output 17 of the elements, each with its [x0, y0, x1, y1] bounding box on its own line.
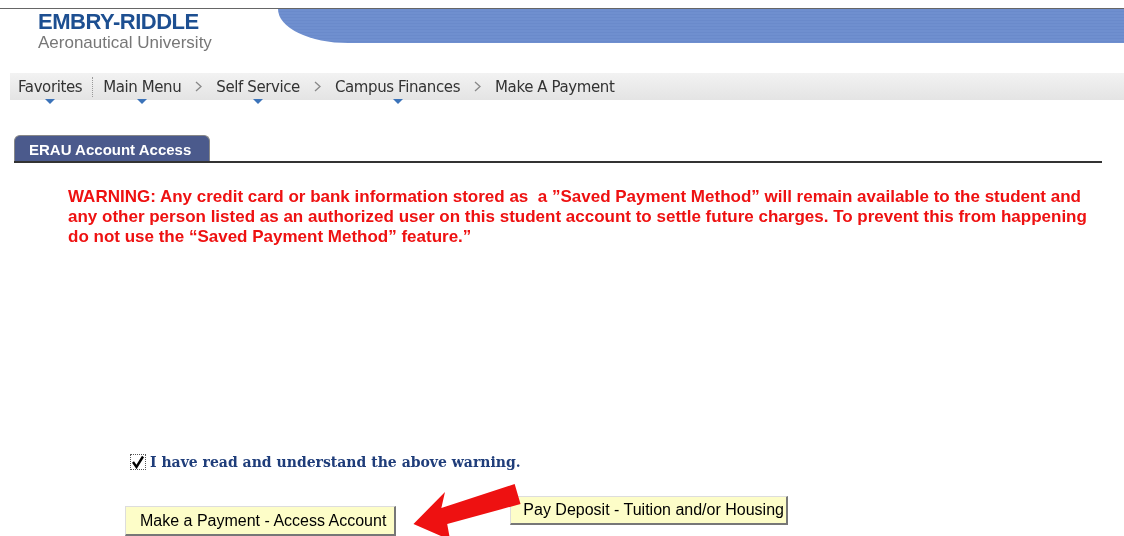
logo-title: EMBRY-RIDDLE — [38, 11, 200, 33]
action-button[interactable]: Pay Deposit - Tuition and/or Housing — [510, 496, 788, 525]
breadcrumb-link[interactable]: Self Service — [214, 77, 302, 96]
chevron-icon — [195, 81, 203, 92]
action-button[interactable]: Make a Payment - Access Account — [125, 506, 397, 536]
chevron-icon — [474, 81, 482, 92]
checkbox[interactable] — [130, 454, 146, 470]
warning-text: WARNING: Any credit card or bank information stored as a ”Saved Payment Method” will remain available to the student and any other person listed as an authorized user on this student account to settle future charges. To prevent this from happening do not use the “Saved Payment Method” feature.” — [68, 187, 1088, 247]
breadcrumb-link[interactable]: Main Menu — [101, 77, 184, 96]
breadcrumb-link[interactable]: Make A Payment — [493, 77, 617, 96]
chevron-icon — [313, 81, 321, 92]
breadcrumb-link[interactable]: Favorites — [16, 77, 85, 96]
checkbox-label: I have read and understand the above warning. — [150, 454, 521, 470]
arrow-icon — [412, 482, 522, 536]
tab[interactable]: ERAU Account Access — [14, 135, 211, 161]
logo-subtitle: Aeronautical University — [38, 33, 213, 53]
breadcrumb-link[interactable]: Campus Finances — [332, 77, 463, 96]
